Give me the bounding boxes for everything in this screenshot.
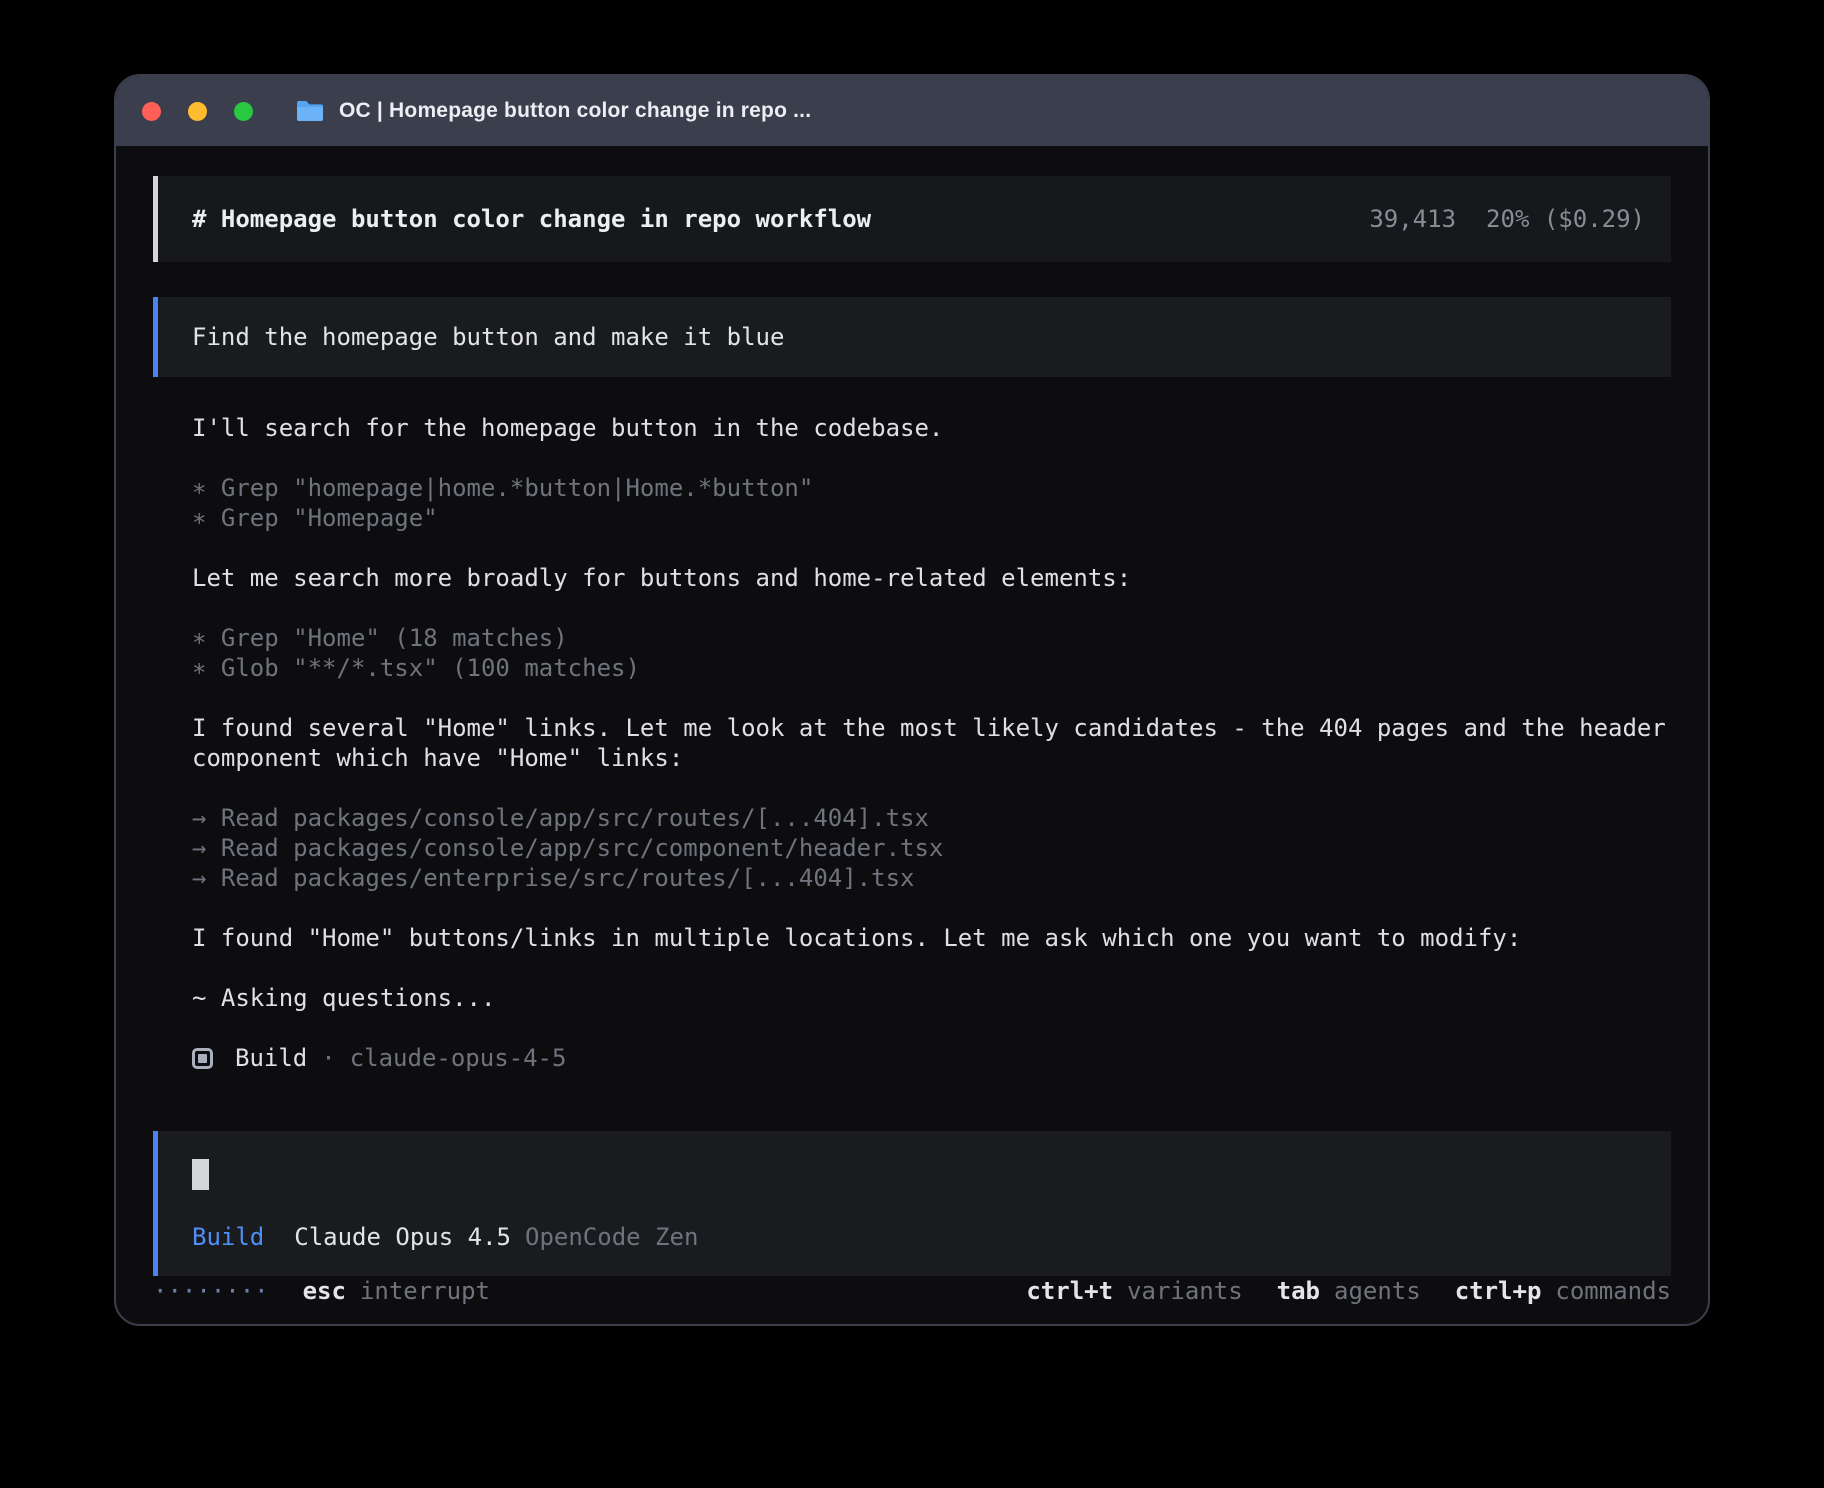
esc-key: esc (303, 1276, 346, 1306)
spinner-dots: ········ (153, 1276, 269, 1306)
folder-icon (295, 99, 325, 123)
session-title: # Homepage button color change in repo w… (192, 204, 871, 234)
tool-call-grep: ∗ Grep "Homepage" (192, 503, 1671, 533)
titlebar[interactable]: OC | Homepage button color change in rep… (116, 76, 1708, 146)
tool-call-grep: ∗ Grep "Home" (18 matches) (192, 623, 1671, 653)
agent-name: Build (235, 1043, 307, 1073)
zoom-button[interactable] (234, 102, 253, 121)
session-meta: 39,413 20% ($0.29) (1369, 204, 1645, 234)
agent-model: claude-opus-4-5 (350, 1043, 567, 1073)
tool-call-glob: ∗ Glob "**/*.tsx" (100 matches) (192, 653, 1671, 683)
agent-icon (192, 1048, 213, 1069)
assistant-text: I found several "Home" links. Let me loo… (192, 713, 1671, 773)
model-name: Claude Opus 4.5 (294, 1222, 511, 1252)
shortcut-label: commands (1555, 1276, 1671, 1306)
esc-label: interrupt (360, 1276, 490, 1306)
close-button[interactable] (142, 102, 161, 121)
shortcut-key: tab (1277, 1276, 1320, 1306)
mode-badge[interactable]: Build (192, 1222, 264, 1252)
shortcut-agents: tab agents (1277, 1276, 1421, 1306)
window-title: OC | Homepage button color change in rep… (339, 99, 811, 123)
tool-call-read: → Read packages/enterprise/src/routes/[.… (192, 863, 1671, 893)
token-count: 39,413 (1369, 204, 1456, 234)
shortcut-commands: ctrl+p commands (1455, 1276, 1671, 1306)
tool-call-read: → Read packages/console/app/src/routes/[… (192, 803, 1671, 833)
minimize-button[interactable] (188, 102, 207, 121)
agent-status-row: Build · claude-opus-4-5 (192, 1043, 1671, 1073)
user-message: Find the homepage button and make it blu… (153, 297, 1671, 377)
dot-separator: · (321, 1043, 335, 1073)
shortcut-label: agents (1334, 1276, 1421, 1306)
conversation: I'll search for the homepage button in t… (153, 413, 1671, 1103)
shortcut-variants: ctrl+t variants (1026, 1276, 1242, 1306)
assistant-text: Let me search more broadly for buttons a… (192, 563, 1671, 593)
tool-call-read: → Read packages/console/app/src/componen… (192, 833, 1671, 863)
prompt-input[interactable]: Build Claude Opus 4.5 OpenCode Zen (153, 1131, 1671, 1276)
status-bar: ········ esc interrupt ctrl+t variants t… (153, 1276, 1671, 1306)
input-status-line: Build Claude Opus 4.5 OpenCode Zen (192, 1222, 1645, 1252)
shortcut-label: variants (1127, 1276, 1243, 1306)
session-header: # Homepage button color change in repo w… (153, 176, 1671, 262)
terminal-content: # Homepage button color change in repo w… (116, 146, 1708, 1326)
assistant-text: I found "Home" buttons/links in multiple… (192, 923, 1671, 953)
tool-call-grep: ∗ Grep "homepage|home.*button|Home.*butt… (192, 473, 1671, 503)
text-cursor (192, 1159, 209, 1190)
provider-name: OpenCode Zen (525, 1222, 698, 1252)
terminal-window: OC | Homepage button color change in rep… (114, 74, 1710, 1326)
assistant-status: ~ Asking questions... (192, 983, 1671, 1013)
assistant-text: I'll search for the homepage button in t… (192, 413, 1671, 443)
shortcut-key: ctrl+t (1026, 1276, 1113, 1306)
traffic-lights (142, 102, 253, 121)
shortcut-hints: ctrl+t variants tab agents ctrl+p comman… (1026, 1276, 1671, 1306)
shortcut-interrupt: esc interrupt (303, 1276, 490, 1306)
context-usage: 20% ($0.29) (1486, 204, 1645, 234)
shortcut-key: ctrl+p (1455, 1276, 1542, 1306)
